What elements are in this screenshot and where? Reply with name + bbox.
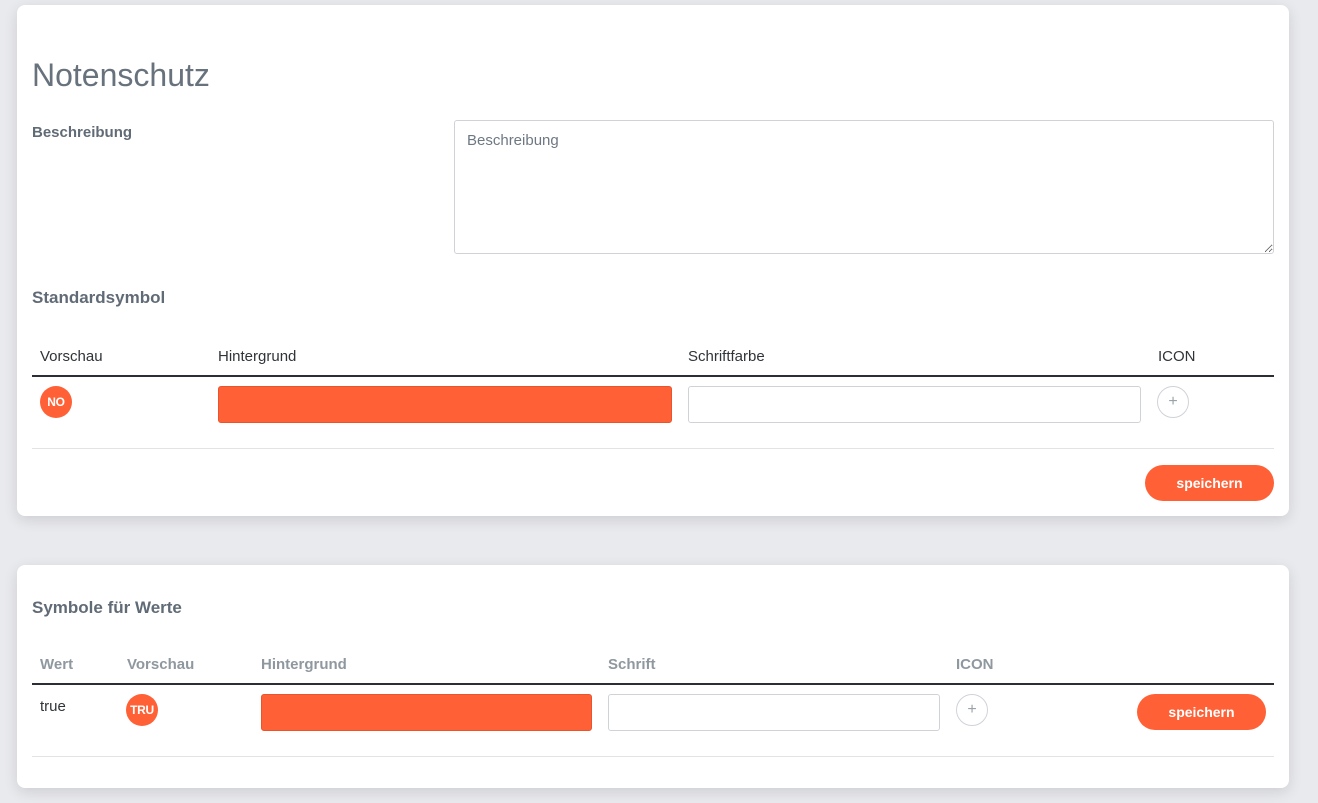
column-header-vorschau: Vorschau xyxy=(127,656,195,673)
page-title: Notenschutz xyxy=(32,57,210,93)
background-color-input[interactable] xyxy=(218,386,672,423)
save-button[interactable]: speichern xyxy=(1145,465,1274,501)
column-header-schrift: Schrift xyxy=(608,656,656,673)
background-color-input[interactable] xyxy=(261,694,592,731)
value-symbols-title: Symbole für Werte xyxy=(32,598,182,617)
standard-symbol-title: Standardsymbol xyxy=(32,288,166,307)
column-header-schriftfarbe: Schriftfarbe xyxy=(688,348,765,365)
column-header-vorschau: Vorschau xyxy=(40,348,103,365)
value-cell: true xyxy=(40,698,66,715)
add-icon-button[interactable]: + xyxy=(1157,386,1189,418)
description-textarea[interactable] xyxy=(454,120,1274,254)
column-header-wert: Wert xyxy=(40,656,74,673)
table-header-divider xyxy=(32,683,1274,685)
plus-icon: + xyxy=(967,701,977,718)
table-header-divider xyxy=(32,375,1274,377)
font-color-input[interactable] xyxy=(688,386,1141,423)
table-row-divider xyxy=(32,448,1274,449)
font-color-input[interactable] xyxy=(608,694,940,731)
plus-icon: + xyxy=(1168,393,1178,410)
notenschutz-card: Notenschutz Beschreibung Standardsymbol … xyxy=(17,5,1289,516)
preview-badge: NO xyxy=(40,386,72,418)
description-label: Beschreibung xyxy=(32,124,133,141)
save-button[interactable]: speichern xyxy=(1137,694,1266,730)
value-symbols-card: Symbole für Werte Wert Vorschau Hintergr… xyxy=(17,565,1289,788)
table-row-divider xyxy=(32,756,1274,757)
column-header-hintergrund: Hintergrund xyxy=(218,348,297,365)
column-header-icon: ICON xyxy=(956,656,994,673)
column-header-icon: ICON xyxy=(1158,348,1196,365)
preview-badge: TRU xyxy=(126,694,158,726)
add-icon-button[interactable]: + xyxy=(956,694,988,726)
column-header-hintergrund: Hintergrund xyxy=(261,656,347,673)
